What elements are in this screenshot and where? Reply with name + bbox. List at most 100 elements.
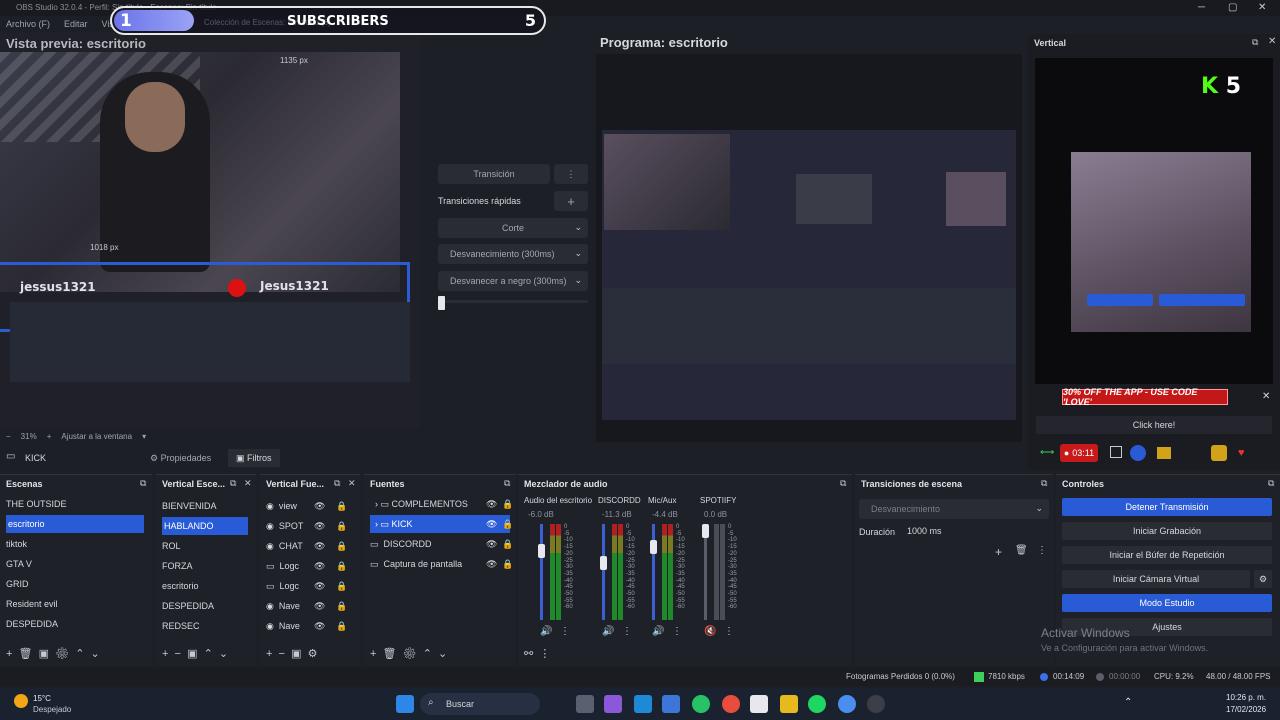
quick-transition-cut[interactable]: Corte ⌄	[438, 218, 588, 238]
virtual-camera-button[interactable]: Iniciar Cámara Virtual	[1062, 570, 1250, 588]
stop-streaming-button[interactable]: Detener Transmisión	[1062, 498, 1272, 516]
vertical-source-item[interactable]: ◉ SPOT 👁 🔒	[266, 517, 356, 535]
more-icon[interactable]: ⋮	[1037, 545, 1047, 556]
source-item[interactable]: ▭ Captura de pantalla 👁 🔒	[370, 555, 513, 573]
transition-slider[interactable]	[438, 300, 588, 303]
quick-transition-fade[interactable]: Desvanecimiento (300ms) ⌄	[438, 244, 588, 264]
dock-float-icon[interactable]: ⧉	[1041, 478, 1047, 489]
dock-float-icon[interactable]: ⧉	[334, 478, 340, 489]
volume-slider[interactable]	[704, 524, 707, 620]
stop-icon[interactable]	[1110, 446, 1122, 458]
gear-icon[interactable]	[1211, 445, 1227, 461]
scene-item[interactable]: GRID	[6, 575, 144, 593]
start-recording-button[interactable]: Iniciar Grabación	[1062, 522, 1272, 540]
whatsapp-icon[interactable]	[692, 695, 710, 713]
scene-item[interactable]: THE OUTSIDE	[6, 495, 144, 513]
taskbar-search[interactable]: ⌕ Buscar	[420, 693, 540, 715]
promo-banner[interactable]: 30% OFF THE APP - USE CODE 'LOVE'	[1062, 387, 1228, 407]
vertical-source-item[interactable]: ◉ view 👁 🔒	[266, 497, 356, 515]
source-item[interactable]: › ▭ KICK 👁 🔒	[370, 515, 513, 533]
transition-select[interactable]: Desvanecimiento ⌄	[859, 499, 1049, 519]
duration-input[interactable]: 1000 ms	[901, 522, 1041, 540]
close-button[interactable]: ✕	[1258, 2, 1266, 13]
gear-icon[interactable]: ⚙	[1254, 570, 1272, 588]
chevron-up-icon[interactable]: ⌃	[1124, 697, 1132, 708]
minimize-button[interactable]: ─	[1198, 2, 1205, 13]
task-view-icon[interactable]	[576, 695, 594, 713]
more-icon[interactable]: ⋮	[622, 626, 632, 637]
chrome-icon[interactable]	[722, 695, 740, 713]
fit-window-option[interactable]: Ajustar a la ventana	[61, 432, 132, 441]
transition-button[interactable]: Transición	[438, 164, 550, 184]
dock-float-icon[interactable]: ⧉	[140, 478, 146, 489]
speaker-icon[interactable]: 🔊	[540, 626, 552, 637]
scene-item[interactable]: escritorio	[6, 515, 144, 533]
folder-icon[interactable]	[1157, 447, 1171, 459]
maximize-button[interactable]: ▢	[1228, 2, 1237, 13]
scene-item[interactable]: tiktok	[6, 535, 144, 553]
more-icon[interactable]: ⋮	[560, 626, 570, 637]
volume-knob[interactable]	[538, 544, 545, 558]
edge-icon[interactable]	[634, 695, 652, 713]
scene-item[interactable]: Resident evil	[6, 595, 144, 613]
scenes-toolbar[interactable]: + 🗑 ▣ ⚙ ⌃ ⌄	[6, 647, 100, 660]
zoom-in-icon[interactable]: +	[47, 432, 52, 441]
stream-status-icon[interactable]: ⟷	[1040, 447, 1054, 458]
more-icon[interactable]: ⋮	[672, 626, 682, 637]
obs-icon[interactable]	[1130, 445, 1146, 461]
transition-slider-handle[interactable]	[438, 296, 445, 310]
vertical-scenes-toolbar[interactable]: + − ▣ ⌃ ⌄	[162, 647, 228, 660]
store-icon[interactable]	[662, 695, 680, 713]
click-here-button[interactable]: Click here!	[1036, 416, 1272, 434]
volume-slider[interactable]	[652, 524, 655, 620]
dock-float-icon[interactable]: ⧉	[1268, 478, 1274, 489]
speaker-icon[interactable]: 🔊	[652, 626, 664, 637]
browser-icon[interactable]	[838, 695, 856, 713]
transition-more-icon[interactable]: ⋮	[554, 164, 588, 184]
volume-slider[interactable]	[602, 524, 605, 620]
trash-icon[interactable]: 🗑	[1015, 545, 1028, 556]
filters-button[interactable]: ▣ Filtros	[228, 449, 280, 467]
vertical-source-item[interactable]: ◉ CHAT 👁 🔒	[266, 537, 356, 555]
dock-float-icon[interactable]: ⧉	[840, 478, 846, 489]
mute-icon[interactable]: 🔇	[704, 626, 716, 637]
close-icon[interactable]: ✕	[1268, 36, 1276, 47]
menu-file[interactable]: Archivo (F)	[6, 19, 50, 29]
vertical-source-item[interactable]: ◉ Nave 👁 🔒	[266, 597, 356, 615]
more-icon[interactable]: ⋮	[724, 626, 734, 637]
vertical-scene-item[interactable]: REDSEC	[162, 617, 248, 635]
vertical-scene-item[interactable]: DESPEDIDA	[162, 597, 248, 615]
close-icon[interactable]: ✕	[1262, 391, 1270, 402]
heart-icon[interactable]: ♥	[1238, 447, 1245, 459]
vertical-scene-item[interactable]: ROL	[162, 537, 248, 555]
file-explorer-icon[interactable]	[780, 695, 798, 713]
properties-button[interactable]: ⚙ Propiedades	[150, 453, 211, 464]
vertical-scene-item[interactable]: FORZA	[162, 557, 248, 575]
vertical-sources-toolbar[interactable]: + − ▣ ⚙	[266, 647, 317, 660]
obs-icon[interactable]	[867, 695, 885, 713]
spotify-icon[interactable]	[808, 695, 826, 713]
menu-edit[interactable]: Editar	[64, 19, 88, 29]
windows-start-icon[interactable]	[396, 695, 414, 713]
source-item[interactable]: › ▭ COMPLEMENTOS 👁 🔒	[370, 495, 513, 513]
speaker-icon[interactable]: 🔊	[602, 626, 614, 637]
volume-knob[interactable]	[600, 556, 607, 570]
volume-knob[interactable]	[650, 540, 657, 554]
volume-knob[interactable]	[702, 524, 709, 538]
vertical-scene-item[interactable]: BIENVENIDA	[162, 497, 248, 515]
source-item[interactable]: ▭ DISCORDD 👁 🔒	[370, 535, 513, 553]
vertical-scene-item[interactable]: escritorio	[162, 577, 248, 595]
copilot-icon[interactable]	[604, 695, 622, 713]
add-quick-transition-button[interactable]: +	[554, 191, 588, 211]
clock-date[interactable]: 17/02/2026	[1226, 705, 1266, 714]
add-transition-button[interactable]: +	[995, 545, 1002, 559]
scene-item[interactable]: GTA V	[6, 555, 144, 573]
clock-time[interactable]: 10:26 p. m.	[1226, 693, 1266, 702]
vertical-rec-button[interactable]: ● 03:11	[1060, 444, 1098, 462]
replay-buffer-button[interactable]: Iniciar el Búfer de Repetición	[1062, 546, 1272, 564]
vertical-source-item[interactable]: ▭ Logc 👁 🔒	[266, 577, 356, 595]
vertical-source-item[interactable]: ▭ Logc 👁 🔒	[266, 557, 356, 575]
dock-float-icon[interactable]: ⧉	[230, 478, 236, 489]
close-icon[interactable]: ✕	[348, 478, 356, 489]
zoom-out-icon[interactable]: −	[6, 432, 11, 441]
